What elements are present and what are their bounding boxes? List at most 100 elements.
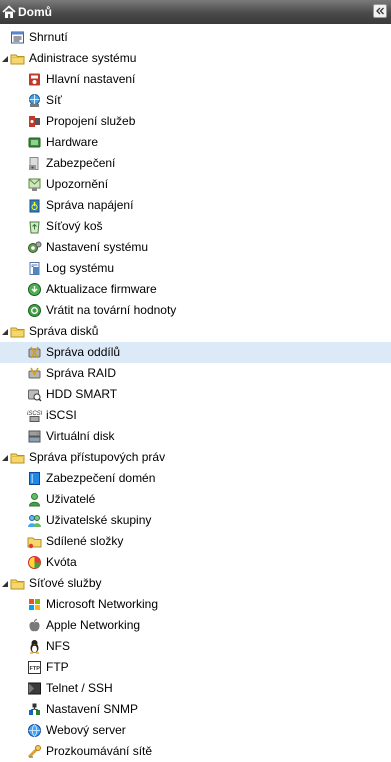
- svg-text:FTP: FTP: [30, 666, 41, 672]
- user-groups-icon: [27, 513, 42, 528]
- expanded-arrow-icon: [2, 328, 8, 335]
- microsoft-networking-icon: [27, 597, 42, 612]
- folder-icon: [10, 51, 25, 66]
- tree-folder[interactable]: Adinistrace systému: [0, 48, 391, 69]
- snmp-settings-icon: [27, 702, 42, 717]
- iscsi-icon: iSCSI: [27, 408, 42, 423]
- system-settings-icon: [27, 240, 42, 255]
- tree-item[interactable]: Apple Networking: [0, 615, 391, 636]
- folder-icon: [10, 450, 25, 465]
- tree-item-label: Webový server: [46, 723, 126, 737]
- telnet-ssh-icon: [27, 681, 42, 696]
- tree-item[interactable]: Hardware: [0, 132, 391, 153]
- tree-item[interactable]: HDD SMART: [0, 384, 391, 405]
- expand-toggle[interactable]: [0, 447, 10, 468]
- navigation-tree: Shrnutí Adinistrace systému Hlavní nastave…: [0, 27, 391, 762]
- expanded-arrow-icon: [2, 55, 8, 62]
- factory-reset-icon: [27, 303, 42, 318]
- tree-item-label: NFS: [46, 639, 70, 653]
- shared-folders-icon: [27, 534, 42, 549]
- tree-item[interactable]: Uživatelské skupiny: [0, 510, 391, 531]
- tree-item[interactable]: Microsoft Networking: [0, 594, 391, 615]
- hardware-icon: [27, 135, 42, 150]
- tree-item-label: Propojení služeb: [46, 114, 136, 128]
- users-icon: [27, 492, 42, 507]
- tree-item-label: Správa oddílů: [46, 345, 121, 359]
- tree-item-label: Upozornění: [46, 177, 109, 191]
- hdd-smart-icon: [27, 387, 42, 402]
- volume-management-icon: [27, 345, 42, 360]
- tree-item[interactable]: Shrnutí: [0, 27, 391, 48]
- tree-item[interactable]: Síťový koš: [0, 216, 391, 237]
- tree-item[interactable]: Telnet / SSH: [0, 678, 391, 699]
- expanded-arrow-icon: [2, 580, 8, 587]
- tree-item-label: Microsoft Networking: [46, 597, 159, 611]
- tree-item-label: iSCSI: [46, 408, 77, 422]
- tree-item-label: Log systému: [46, 261, 115, 275]
- tree-item-label: Virtuální disk: [46, 429, 115, 443]
- tree-item[interactable]: Správa oddílů: [0, 342, 391, 363]
- tree-item-label: Shrnutí: [29, 30, 68, 44]
- tree-item-label: Vrátit na tovární hodnoty: [46, 303, 177, 317]
- ftp-icon: FTP: [27, 660, 42, 675]
- power-management-icon: [27, 198, 42, 213]
- tree-item[interactable]: Hlavní nastavení: [0, 69, 391, 90]
- tree-item[interactable]: Nastavení SNMP: [0, 699, 391, 720]
- tree-item[interactable]: Správa RAID: [0, 363, 391, 384]
- network-discovery-icon: [27, 744, 42, 759]
- expand-toggle[interactable]: [0, 573, 10, 594]
- tree-item-label: Síťové služby: [29, 576, 102, 590]
- tree-item[interactable]: FTP FTP: [0, 657, 391, 678]
- tree-item-label: Aktualizace firmware: [46, 282, 157, 296]
- folder-icon: [10, 324, 25, 339]
- system-log-icon: [27, 261, 42, 276]
- tree-item[interactable]: Správa napájení: [0, 195, 391, 216]
- summary-icon: [10, 30, 25, 45]
- notification-icon: [27, 177, 42, 192]
- general-settings-icon: [27, 72, 42, 87]
- tree-item[interactable]: Nastavení systému: [0, 237, 391, 258]
- tree-item[interactable]: Zabezpečení: [0, 153, 391, 174]
- tree-item-label: Zabezpečení: [46, 156, 116, 170]
- tree-item-label: Apple Networking: [46, 618, 141, 632]
- tree-item[interactable]: Aktualizace firmware: [0, 279, 391, 300]
- tree-item[interactable]: Virtuální disk: [0, 426, 391, 447]
- double-chevron-left-icon: [376, 7, 384, 15]
- tree-item-label: Sdílené složky: [46, 534, 124, 548]
- tree-folder[interactable]: Správa disků: [0, 321, 391, 342]
- virtual-disk-icon: [27, 429, 42, 444]
- tree-item[interactable]: Webový server: [0, 720, 391, 741]
- tree-item-label: Telnet / SSH: [46, 681, 113, 695]
- service-binding-icon: [27, 114, 42, 129]
- tree-item[interactable]: iSCSI iSCSI: [0, 405, 391, 426]
- recycle-bin-icon: [27, 219, 42, 234]
- tree-item-label: Nastavení systému: [46, 240, 149, 254]
- tree-item[interactable]: Log systému: [0, 258, 391, 279]
- tree-item[interactable]: Prozkoumávání sítě: [0, 741, 391, 762]
- firmware-update-icon: [27, 282, 42, 297]
- tree-item[interactable]: Propojení služeb: [0, 111, 391, 132]
- tree-item[interactable]: Síť: [0, 90, 391, 111]
- tree-item[interactable]: Kvóta: [0, 552, 391, 573]
- tree-item-label: Uživatelé: [46, 492, 96, 506]
- tree-item[interactable]: Uživatelé: [0, 489, 391, 510]
- tree-item-label: Zabezpečení domén: [46, 471, 156, 485]
- collapse-panel-button[interactable]: [373, 4, 387, 18]
- expand-toggle[interactable]: [0, 48, 10, 69]
- tree-item-label: Nastavení SNMP: [46, 702, 139, 716]
- tree-item[interactable]: NFS: [0, 636, 391, 657]
- tree-folder[interactable]: Síťové služby: [0, 573, 391, 594]
- tree-item[interactable]: Vrátit na tovární hodnoty: [0, 300, 391, 321]
- panel-header: Domů: [0, 0, 391, 24]
- tree-item-label: Prozkoumávání sítě: [46, 744, 153, 758]
- tree-item[interactable]: Zabezpečení domén: [0, 468, 391, 489]
- tree-folder[interactable]: Správa přístupových práv: [0, 447, 391, 468]
- tree-item-label: HDD SMART: [46, 387, 118, 401]
- tree-item-label: Síťový koš: [46, 219, 103, 233]
- tree-item-label: Hlavní nastavení: [46, 72, 136, 86]
- tree-item[interactable]: Sdílené složky: [0, 531, 391, 552]
- folder-icon: [10, 576, 25, 591]
- expand-toggle[interactable]: [0, 321, 10, 342]
- tree-item[interactable]: Upozornění: [0, 174, 391, 195]
- tree-item-label: Kvóta: [46, 555, 77, 569]
